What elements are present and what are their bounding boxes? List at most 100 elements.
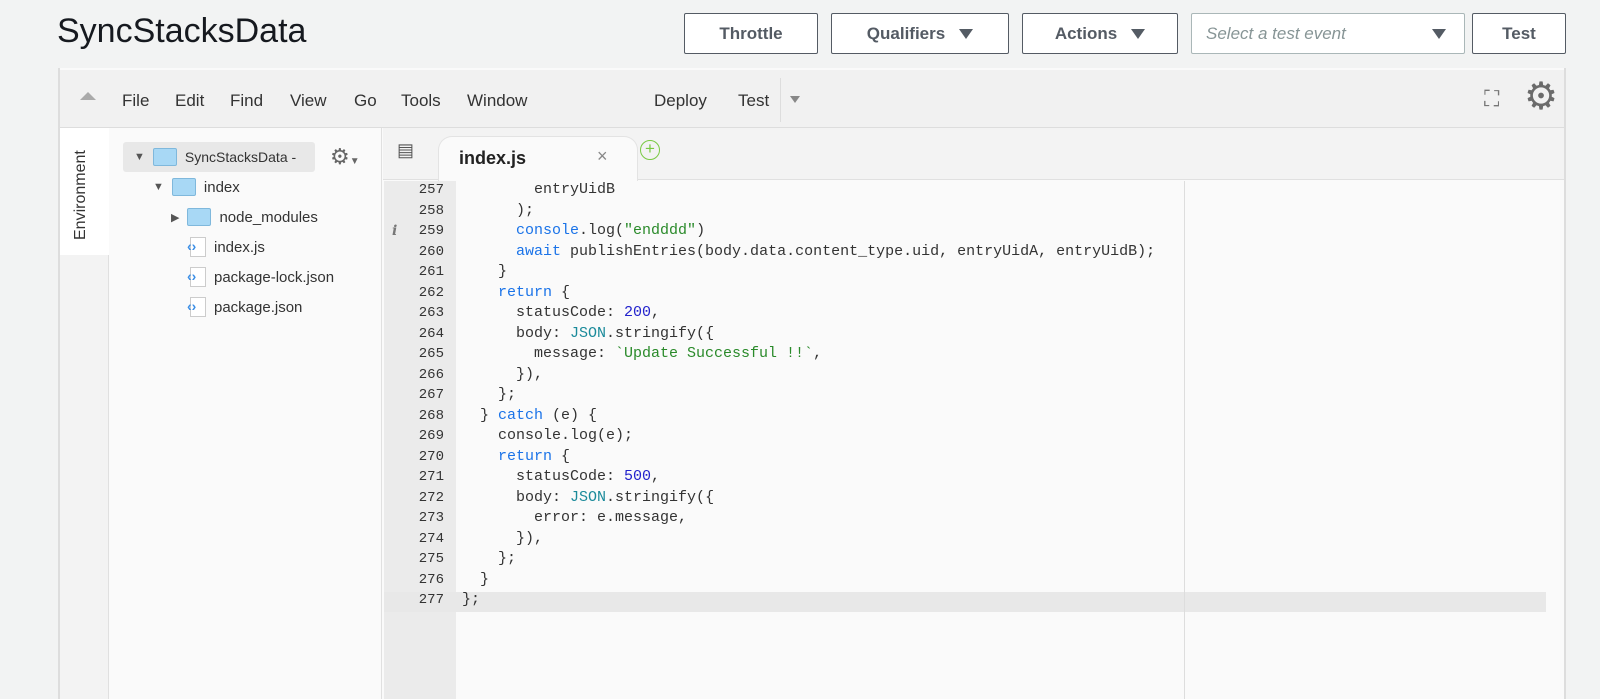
code-line: }), xyxy=(462,366,543,383)
line-number: 264 xyxy=(418,325,444,342)
menu-edit[interactable]: Edit xyxy=(175,91,204,111)
menu-tools[interactable]: Tools xyxy=(401,91,441,111)
environment-tab[interactable]: Environment xyxy=(60,128,109,255)
add-tab-icon[interactable]: + xyxy=(640,140,660,160)
menu-file[interactable]: File xyxy=(122,91,149,111)
menu-view[interactable]: View xyxy=(290,91,327,111)
tree-item-index-js[interactable]: index.js xyxy=(187,235,265,259)
expand-down-icon: ▼ xyxy=(153,181,164,193)
code-line: return { xyxy=(462,284,570,301)
json-file-icon xyxy=(187,267,206,287)
qualifiers-button[interactable]: Qualifiers xyxy=(831,13,1009,54)
line-number: 257 xyxy=(418,182,444,198)
code-token: , xyxy=(651,468,661,485)
code-token: }), xyxy=(462,365,544,383)
code-line: }; xyxy=(462,550,516,567)
code-line: body: JSON.stringify({ xyxy=(462,489,714,506)
close-icon[interactable]: × xyxy=(597,146,608,167)
code-token: 200 xyxy=(624,304,652,321)
code-line: entryUidB xyxy=(462,181,615,198)
environment-tab-label: Environment xyxy=(72,150,89,240)
expand-down-icon: ▼ xyxy=(134,151,145,163)
code-token: JSON xyxy=(570,324,607,342)
line-number: 274 xyxy=(418,530,444,547)
line-number: 267 xyxy=(418,387,444,403)
tab-label: index.js xyxy=(459,148,527,168)
line-number: 261 xyxy=(418,264,444,280)
code-token: }), xyxy=(462,529,544,547)
code-line: statusCode: 500, xyxy=(462,468,660,485)
fullscreen-icon[interactable]: ⛶ xyxy=(1484,86,1499,112)
code-token: JSON xyxy=(570,488,607,506)
caret-down-icon xyxy=(1131,28,1146,39)
line-number: 263 xyxy=(418,305,444,321)
menu-deploy[interactable]: Deploy xyxy=(654,91,707,111)
qualifiers-label: Qualifiers xyxy=(866,23,946,43)
code-token: }; xyxy=(462,386,517,403)
json-file-icon xyxy=(187,297,206,317)
test-label: Test xyxy=(1502,23,1536,43)
folder-icon xyxy=(152,148,177,166)
line-number: 268 xyxy=(418,407,444,424)
tree-item-index[interactable]: ▼ index xyxy=(153,175,240,199)
expand-right-icon: ▶ xyxy=(171,211,180,224)
code-token: (e) { xyxy=(543,406,598,424)
code-token: statusCode: xyxy=(462,304,625,321)
test-dropdown-icon[interactable] xyxy=(790,96,800,103)
code-line: message: `Update Successful !!`, xyxy=(462,345,822,362)
code-token: console xyxy=(516,222,580,239)
throttle-button[interactable]: Throttle xyxy=(684,13,818,54)
code-token: { xyxy=(552,283,571,301)
test-event-placeholder: Select a test event xyxy=(1206,23,1346,43)
menu-test[interactable]: Test xyxy=(738,91,769,111)
tree-root[interactable]: ▼ SyncStacksData - xyxy=(134,145,296,169)
code-token: }; xyxy=(462,550,517,567)
code-line: error: e.message, xyxy=(462,509,687,526)
code-token: catch xyxy=(498,406,544,424)
line-number: 277 xyxy=(418,592,444,608)
code-token: } xyxy=(462,263,508,280)
gear-icon[interactable]: ⚙ xyxy=(1524,78,1558,116)
line-number: 272 xyxy=(418,489,444,506)
function-title: SyncStacksData xyxy=(57,12,307,50)
tree-item-node-modules[interactable]: ▶ node_modules xyxy=(171,205,318,229)
tree-item-package-json[interactable]: package.json xyxy=(187,295,302,319)
code-line: statusCode: 200, xyxy=(462,304,660,321)
code-token: statusCode: xyxy=(462,468,625,485)
menu-window[interactable]: Window xyxy=(467,91,527,111)
tree-item-label: package-lock.json xyxy=(214,268,335,286)
line-number: 271 xyxy=(418,469,444,485)
editor-tab-bar: ▤ index.js × + xyxy=(383,128,1564,181)
menu-bar: File Edit Find View Go Tools Window Depl… xyxy=(60,70,1564,128)
menu-go[interactable]: Go xyxy=(354,91,377,111)
code-line: }; xyxy=(462,591,480,608)
tree-item-label: index.js xyxy=(214,238,265,256)
tree-gear-icon[interactable]: ⚙▼ xyxy=(330,144,360,170)
folder-icon xyxy=(171,178,196,196)
code-line: } catch (e) { xyxy=(462,407,597,424)
info-icon[interactable]: i xyxy=(392,223,397,239)
code-token: console.log(e); xyxy=(462,427,634,444)
line-number: 270 xyxy=(418,448,444,465)
code-token: return xyxy=(498,283,553,301)
code-token: } xyxy=(462,570,490,588)
menu-find[interactable]: Find xyxy=(230,91,263,111)
tree-item-package-lock[interactable]: package-lock.json xyxy=(187,265,335,289)
code-token: body: xyxy=(462,324,571,342)
folder-icon xyxy=(187,208,212,226)
test-event-select[interactable]: Select a test event xyxy=(1191,13,1465,54)
divider xyxy=(780,78,781,122)
caret-down-icon xyxy=(959,28,974,39)
code-line: await publishEntries(body.data.content_t… xyxy=(462,243,1155,260)
code-token: { xyxy=(552,447,571,465)
actions-button[interactable]: Actions xyxy=(1022,13,1178,54)
test-button[interactable]: Test xyxy=(1472,13,1566,54)
code-token: publishEntries(body.data.content_type.ui… xyxy=(561,242,1156,260)
collapse-up-icon[interactable] xyxy=(80,92,96,100)
tab-list-icon[interactable]: ▤ xyxy=(397,140,414,161)
tab-index-js[interactable]: index.js × xyxy=(438,136,638,181)
js-file-icon xyxy=(187,237,206,257)
